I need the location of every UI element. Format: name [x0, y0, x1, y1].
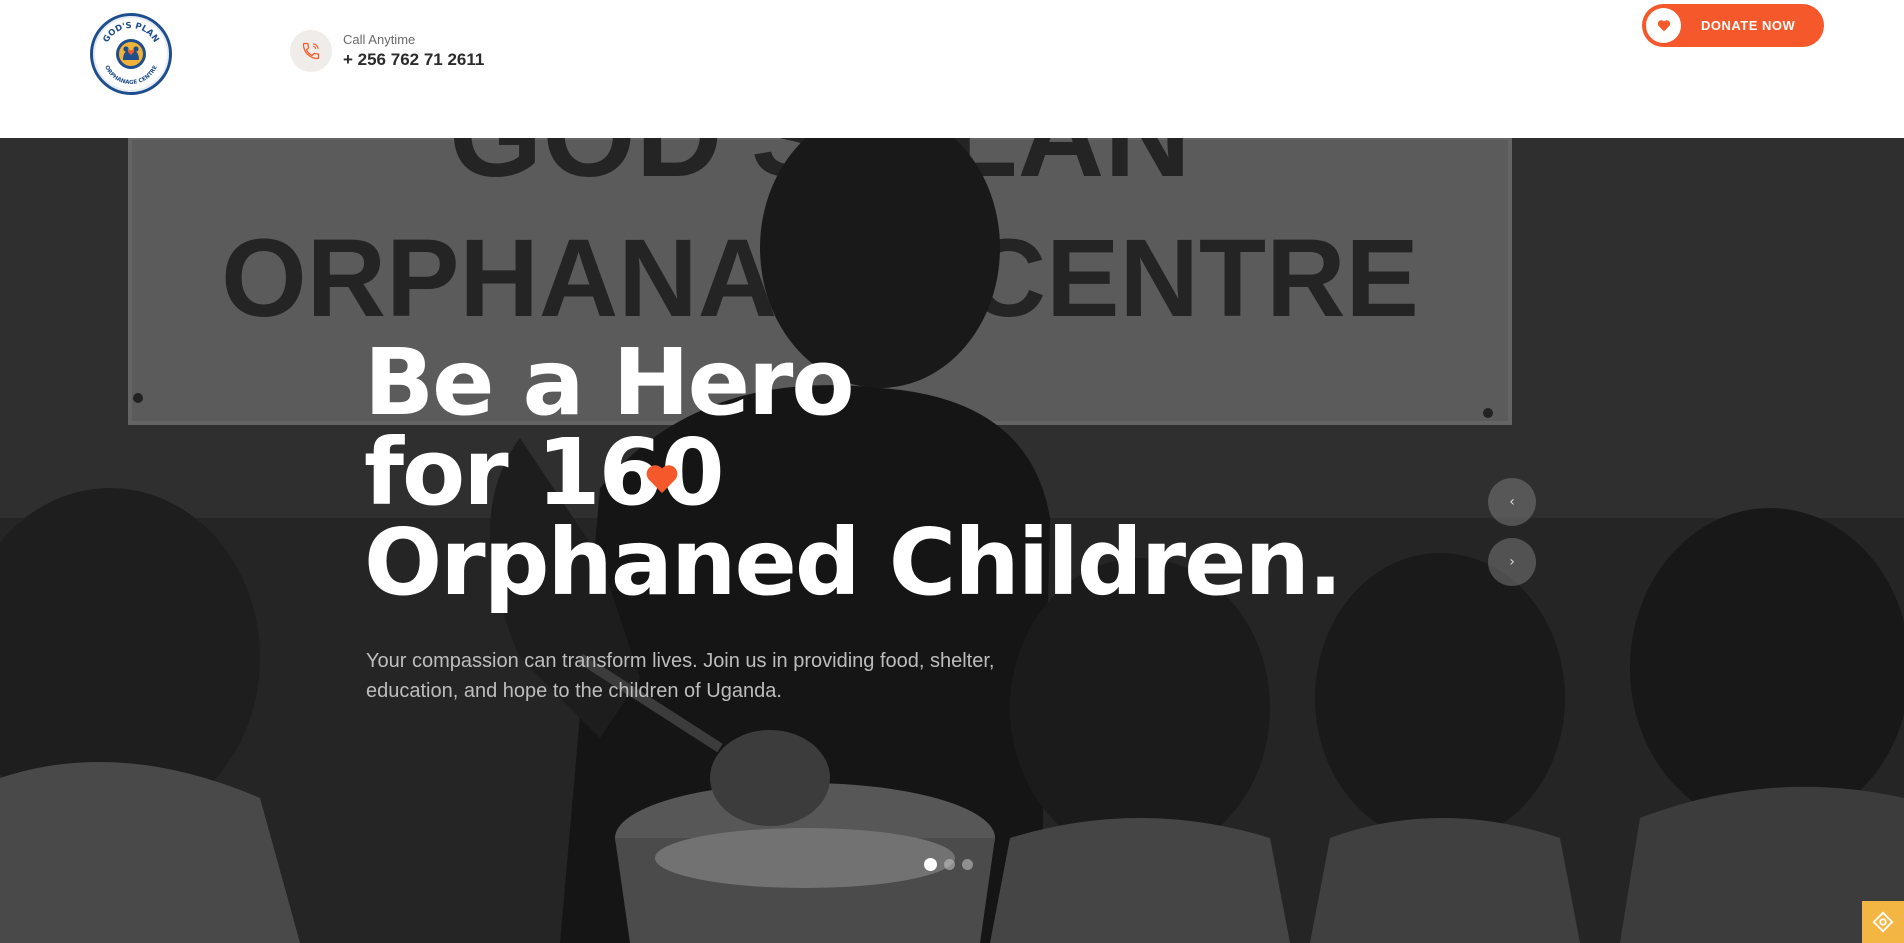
site-logo[interactable]: GOD'S PLAN ORPHANAGE CENTRE	[90, 13, 172, 95]
chevron-left-icon: ‹	[1509, 494, 1515, 510]
call-contact[interactable]: Call Anytime + 256 762 71 2611	[290, 30, 484, 72]
donate-now-button[interactable]: DONATE NOW	[1642, 4, 1824, 47]
heart-icon	[646, 465, 678, 494]
hero-slider: GOD'S PLAN ORPHANAGE CENTRE Be a Hero fo…	[0, 138, 1904, 943]
hero-subtitle: Your compassion can transform lives. Joi…	[366, 650, 995, 702]
slider-dot-1[interactable]	[924, 858, 937, 871]
slider-prev-button[interactable]: ‹	[1488, 478, 1536, 526]
site-header: GOD'S PLAN ORPHANAGE CENTRE Call Anytime…	[0, 0, 1904, 138]
slider-next-button[interactable]: ›	[1488, 538, 1536, 586]
heart-icon	[1646, 8, 1681, 43]
call-label: Call Anytime	[343, 32, 416, 47]
accessibility-widget-button[interactable]	[1862, 901, 1904, 943]
donate-now-label: DONATE NOW	[1701, 18, 1796, 33]
call-text: Call Anytime + 256 762 71 2611	[343, 32, 484, 70]
phone-number-link[interactable]: + 256 762 71 2611	[343, 50, 484, 70]
hero-title-line1: Be a Hero	[364, 329, 855, 436]
slider-pagination	[924, 858, 973, 871]
accessibility-icon	[1872, 911, 1894, 933]
chevron-right-icon: ›	[1509, 554, 1515, 570]
phone-icon	[290, 30, 332, 72]
logo-emblem-icon: GOD'S PLAN ORPHANAGE CENTRE	[101, 21, 160, 86]
hero-title-line3: Orphaned Children.	[364, 509, 1343, 616]
hero-title: Be a Hero for 160 Orphaned Children.	[364, 329, 1343, 616]
slider-dot-2[interactable]	[944, 859, 955, 870]
hero-title-line2: for 160	[364, 419, 725, 526]
slider-dot-3[interactable]	[962, 859, 973, 870]
